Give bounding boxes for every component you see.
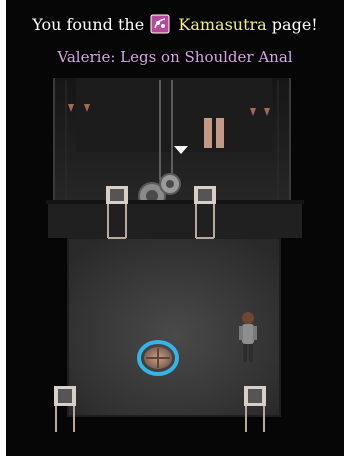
kamasutra-page-subtitle: Valerie: Legs on Shoulder Anal: [57, 48, 293, 66]
kamasutra-book-icon: [150, 14, 170, 34]
banner-suffix: page!: [271, 15, 318, 34]
game-scene[interactable]: [6, 0, 344, 456]
banner-item-name: Kamasutra: [178, 15, 267, 34]
game-viewport: You found the Kamasutra page! Valerie: L…: [6, 0, 344, 456]
item-found-banner: You found the Kamasutra page!: [6, 14, 344, 34]
banner-prefix: You found the: [32, 15, 145, 34]
